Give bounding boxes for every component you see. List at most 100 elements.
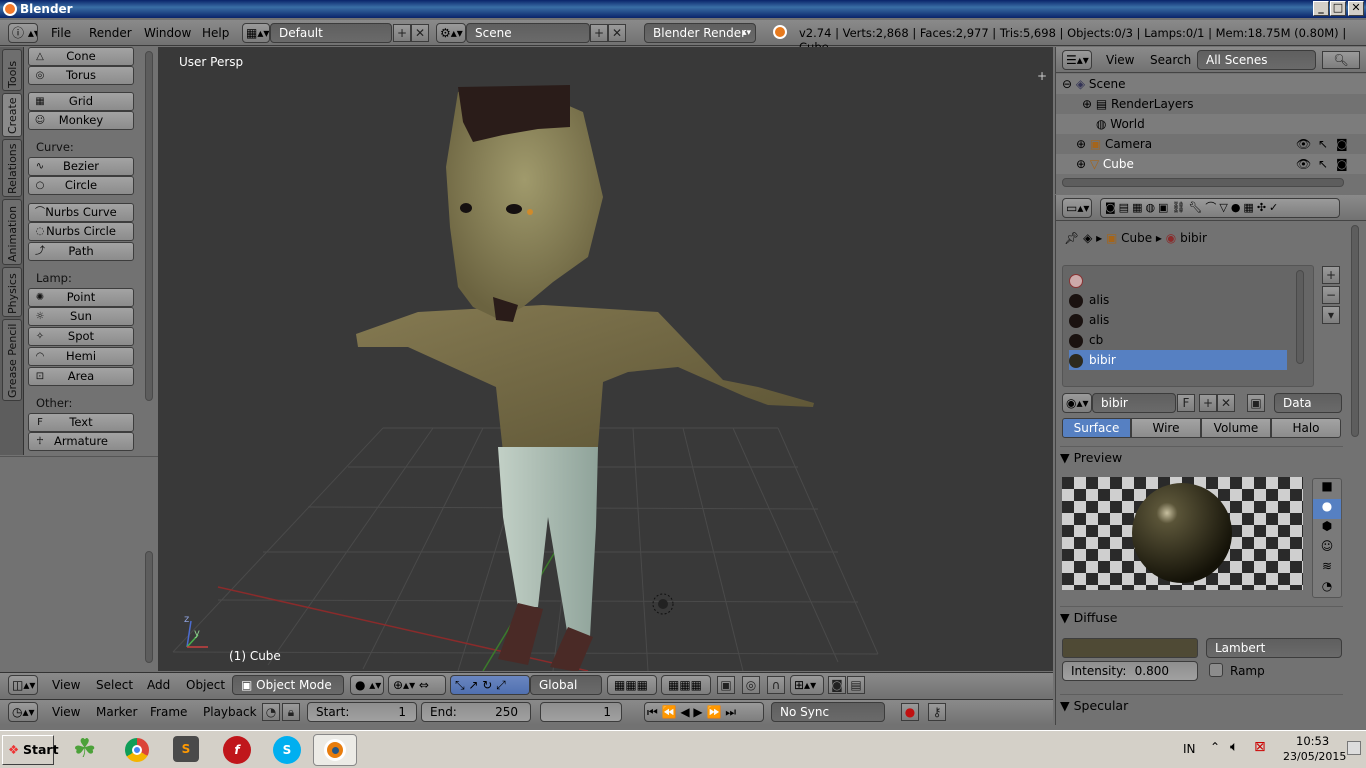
tab-surface[interactable]: Surface	[1062, 418, 1131, 438]
tab-animation[interactable]: Animation	[2, 199, 22, 265]
show-desktop-icon[interactable]	[1347, 741, 1361, 755]
screen-layout-field[interactable]: Default	[270, 23, 392, 43]
diffuse-shader-dropdown[interactable]: Lambert	[1206, 638, 1342, 658]
material-specials-button[interactable]: ▾	[1322, 306, 1340, 324]
material-list-scrollbar[interactable]	[1296, 270, 1304, 364]
add-nurbs-curve-button[interactable]: ⌒ Nurbs Curve	[28, 203, 134, 222]
tab-volume[interactable]: Volume	[1201, 418, 1271, 438]
new-material-button[interactable]: +	[1199, 394, 1217, 412]
material-link-dropdown[interactable]: Data	[1274, 393, 1342, 413]
taskbar-skype[interactable]: S	[265, 734, 309, 766]
remove-material-slot-button[interactable]: −	[1322, 286, 1340, 304]
menu-help[interactable]: Help	[202, 26, 229, 40]
editor-type-3dview-button[interactable]: ◫▴▾	[8, 675, 38, 695]
add-hemi-lamp-button[interactable]: ◠ Hemi	[28, 347, 134, 366]
editor-type-info-button[interactable]: ⓘ ▴▾	[8, 23, 38, 43]
maximize-button[interactable]: □	[1330, 1, 1346, 16]
outliner-display-mode-dropdown[interactable]: All Scenes	[1197, 50, 1316, 70]
outliner-hscrollbar[interactable]	[1062, 178, 1344, 187]
manipulator-buttons[interactable]: ⤡ ↗ ↻ ⤢	[450, 675, 530, 695]
properties-context-tabs[interactable]: ◙▤▦◍▣⛓🔧︎⌒▽●▦✣✓	[1100, 198, 1340, 218]
delete-screen-button[interactable]: ✕	[411, 24, 429, 42]
preview-hair-button[interactable]: ≋	[1313, 559, 1341, 579]
render-animation-button[interactable]: ▤	[847, 676, 865, 694]
minimize-button[interactable]: _	[1313, 1, 1329, 16]
add-spot-lamp-button[interactable]: ✧ Spot	[28, 327, 134, 346]
taskbar-clover-app[interactable]: ☘	[65, 734, 109, 766]
outliner-search-button[interactable]: 🔍︎	[1322, 51, 1360, 69]
layer-buttons-1[interactable]: ▦▦▦	[607, 675, 657, 695]
pin-icon[interactable]: 📌︎	[1064, 231, 1079, 245]
taskbar-sublime[interactable]: S	[165, 734, 209, 766]
add-armature-button[interactable]: ☥ Armature	[28, 432, 134, 451]
taskbar-flash[interactable]: f	[215, 734, 259, 766]
add-area-lamp-button[interactable]: ⊡ Area	[28, 367, 134, 386]
playback-controls[interactable]: ⏮ ⏪ ◀ ▶ ⏩ ⏭	[644, 702, 764, 722]
tl-menu-playback[interactable]: Playback	[203, 705, 257, 719]
tab-wire[interactable]: Wire	[1131, 418, 1201, 438]
add-text-button[interactable]: F Text	[28, 413, 134, 432]
taskbar-chrome[interactable]	[115, 734, 159, 766]
diffuse-color-swatch[interactable]	[1062, 638, 1198, 658]
add-scene-button[interactable]: +	[590, 24, 608, 42]
vp-menu-select[interactable]: Select	[96, 678, 133, 692]
snap-toggle-button[interactable]: ∩	[767, 676, 785, 694]
add-material-slot-button[interactable]: +	[1322, 266, 1340, 284]
start-frame-field[interactable]: Start: 1	[307, 702, 417, 722]
proportional-edit-button[interactable]: ◎	[742, 676, 760, 694]
language-indicator[interactable]: IN	[1183, 742, 1196, 756]
outliner-row-renderlayers[interactable]: ⊕ ▤ RenderLayers	[1056, 94, 1366, 114]
add-path-button[interactable]: ⤴ Path	[28, 242, 134, 261]
menu-file[interactable]: File	[51, 26, 71, 40]
add-grid-button[interactable]: ▦ Grid	[28, 92, 134, 111]
lock-layers-button[interactable]: ▣	[717, 676, 735, 694]
add-circle-button[interactable]: ○ Circle	[28, 176, 134, 195]
material-slot-bibir-selected[interactable]: bibir	[1069, 350, 1287, 370]
ramp-checkbox[interactable]	[1209, 663, 1223, 677]
menu-window[interactable]: Window	[144, 26, 191, 40]
editor-type-properties-button[interactable]: ▭▴▾	[1062, 198, 1092, 218]
intensity-slider[interactable]: Intensity: 0.800	[1062, 661, 1198, 681]
object-mode-dropdown[interactable]: ▣ Object Mode	[232, 675, 344, 695]
preview-range-button[interactable]: ◔	[262, 703, 280, 721]
preview-monkey-button[interactable]: ☺	[1313, 539, 1341, 559]
tl-menu-marker[interactable]: Marker	[96, 705, 137, 719]
outliner-row-world[interactable]: ◍ World	[1056, 114, 1366, 134]
add-cone-button[interactable]: △ Cone	[28, 47, 134, 66]
outliner-row-scene[interactable]: ⊖ ◈ Scene	[1056, 74, 1366, 94]
outliner-menu-search[interactable]: Search	[1150, 53, 1191, 67]
tab-tools[interactable]: Tools	[2, 49, 22, 91]
visibility-eye-icon[interactable]: 👁︎	[1296, 154, 1311, 174]
preview-sphere-sky-button[interactable]: ◔	[1313, 579, 1341, 599]
close-button[interactable]: ✕	[1348, 1, 1364, 16]
end-frame-field[interactable]: End: 250	[421, 702, 531, 722]
lock-time-button[interactable]: 🔒︎	[282, 703, 300, 721]
add-bezier-button[interactable]: ∿ Bezier	[28, 157, 134, 176]
tab-create[interactable]: Create	[2, 93, 22, 137]
viewport-shading-button[interactable]: ● ▴▾	[350, 675, 384, 695]
clock-date[interactable]: 23/05/2015	[1283, 750, 1346, 763]
show-hidden-icons-icon[interactable]: ⌃	[1210, 740, 1220, 754]
volume-icon[interactable]: 🔈︎	[1230, 739, 1238, 755]
add-torus-button[interactable]: ◎ Torus	[28, 66, 134, 85]
scene-field[interactable]: Scene	[466, 23, 590, 43]
selectable-cursor-icon[interactable]: ↖	[1318, 134, 1328, 154]
material-slot-cb[interactable]: cb	[1069, 330, 1287, 350]
renderable-camera-icon[interactable]: ◙	[1336, 134, 1348, 154]
selectable-cursor-icon[interactable]: ↖	[1318, 154, 1328, 174]
taskbar-blender-active[interactable]	[313, 734, 357, 766]
vp-menu-add[interactable]: Add	[147, 678, 170, 692]
tab-grease-pencil[interactable]: Grease Pencil	[2, 319, 22, 401]
pivot-point-button[interactable]: ⊕▴▾ ⇔	[388, 675, 446, 695]
add-nurbs-circle-button[interactable]: ◌ Nurbs Circle	[28, 222, 134, 241]
tl-menu-view[interactable]: View	[52, 705, 80, 719]
tab-halo[interactable]: Halo	[1271, 418, 1341, 438]
visibility-eye-icon[interactable]: 👁︎	[1296, 134, 1311, 154]
preview-flat-button[interactable]: ■	[1313, 479, 1341, 499]
unlink-material-button[interactable]: ✕	[1217, 394, 1235, 412]
tl-menu-frame[interactable]: Frame	[150, 705, 187, 719]
preview-sphere-button[interactable]: ●	[1313, 499, 1341, 519]
editor-type-timeline-button[interactable]: ◷▴▾	[8, 702, 38, 722]
tab-physics[interactable]: Physics	[2, 267, 22, 317]
start-button[interactable]: ❖ Start	[2, 735, 59, 765]
